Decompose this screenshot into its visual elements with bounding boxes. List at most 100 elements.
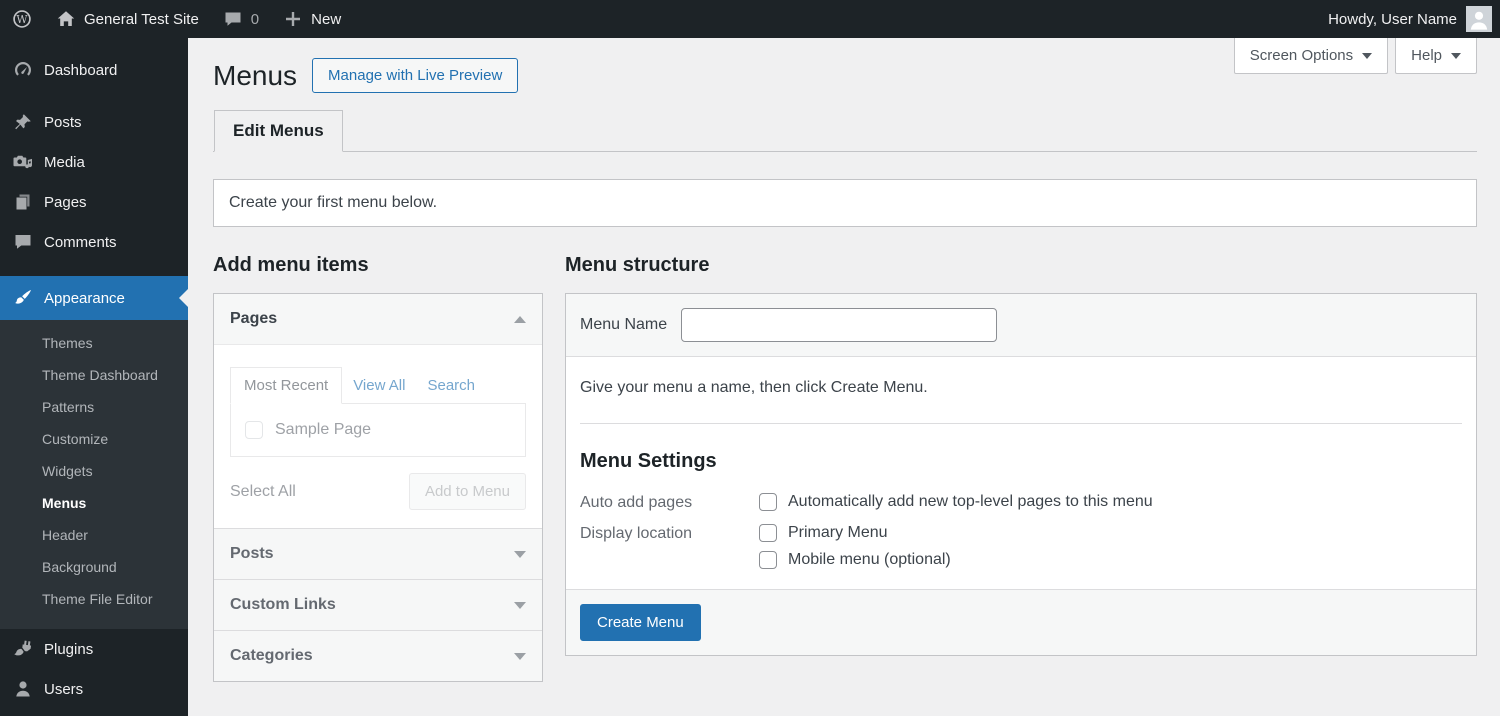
site-link[interactable]: General Test Site <box>44 0 211 38</box>
sidebar-item-media[interactable]: Media <box>0 142 188 182</box>
menu-instruction-text: Give your menu a name, then click Create… <box>580 379 928 396</box>
tab-search[interactable]: Search <box>416 368 486 403</box>
page-title: Menus <box>213 59 298 91</box>
comments-shortcut[interactable]: 0 <box>211 0 271 38</box>
paintbrush-icon <box>15 290 31 304</box>
media-camera-icon <box>13 155 32 169</box>
new-label: New <box>311 10 342 28</box>
tab-view-all[interactable]: View All <box>342 368 416 403</box>
sidebar-item-label: Dashboard <box>44 61 118 79</box>
submenu-item-patterns[interactable]: Patterns <box>0 391 188 423</box>
sidebar-item-label: Plugins <box>44 640 94 658</box>
pages-icon <box>16 194 30 210</box>
pushpin-icon <box>15 114 31 130</box>
new-content-button[interactable]: New <box>271 0 353 38</box>
accordion-section-posts[interactable]: Posts <box>214 528 542 579</box>
primary-menu-checkbox[interactable] <box>759 524 777 542</box>
admin-sidebar: Dashboard Posts Media Pages Comments App… <box>0 38 188 716</box>
submenu-item-header[interactable]: Header <box>0 519 188 551</box>
menu-name-row: Menu Name <box>566 294 1476 357</box>
home-icon <box>57 11 75 26</box>
submenu-item-widgets[interactable]: Widgets <box>0 455 188 487</box>
display-location-label: Display location <box>580 525 693 542</box>
mobile-menu-checkbox[interactable] <box>759 551 777 569</box>
admin-bar: W General Test Site 0 New Howdy, User Na… <box>0 0 1500 38</box>
add-menu-items-heading: Add menu items <box>213 254 369 276</box>
menu-structure-heading: Menu structure <box>565 254 710 276</box>
menu-structure-card: Menu Name Give your menu a name, then cl… <box>565 293 1477 656</box>
submenu-item-theme-dashboard[interactable]: Theme Dashboard <box>0 359 188 391</box>
add-to-menu-button[interactable]: Add to Menu <box>408 473 526 510</box>
user-icon <box>16 681 30 697</box>
sidebar-item-plugins[interactable]: Plugins <box>0 629 188 669</box>
chevron-up-icon <box>514 315 526 323</box>
menu-separator <box>0 90 188 102</box>
screen-options-button[interactable]: Screen Options <box>1233 38 1389 74</box>
menu-name-label: Menu Name <box>580 316 668 333</box>
chevron-down-icon <box>1362 52 1373 59</box>
sample-page-checkbox[interactable] <box>245 421 263 439</box>
pages-panel-footer: Select All Add to Menu <box>230 473 526 510</box>
sidebar-item-dashboard[interactable]: Dashboard <box>0 50 188 90</box>
publishing-actions: Create Menu <box>566 589 1476 655</box>
auto-add-pages-checkbox[interactable] <box>759 493 777 511</box>
sidebar-item-label: Comments <box>44 233 117 251</box>
accordion-section-pages[interactable]: Pages <box>214 294 542 344</box>
auto-add-pages-option: Automatically add new top-level pages to… <box>759 493 1153 511</box>
accordion-section-label: Custom Links <box>230 596 336 613</box>
menu-structure-column: Menu structure Menu Name Give your menu … <box>565 227 1477 656</box>
menu-settings-heading: Menu Settings <box>580 450 717 472</box>
primary-menu-option-label: Primary Menu <box>788 524 888 541</box>
tab-most-recent[interactable]: Most Recent <box>230 367 343 404</box>
nav-tabs: Edit Menus <box>213 110 1477 152</box>
section-divider <box>580 423 1462 424</box>
comment-bubble-icon <box>225 12 241 26</box>
dashboard-gauge-icon <box>15 62 31 76</box>
howdy-user[interactable]: Howdy, User Name <box>1328 11 1457 28</box>
wordpress-logo-icon[interactable]: W <box>0 0 44 38</box>
user-silhouette-icon <box>1470 11 1488 30</box>
auto-add-pages-option-label: Automatically add new top-level pages to… <box>788 493 1153 510</box>
pages-panel-tabs: Most Recent View All Search <box>230 367 526 404</box>
columns: Add menu items Pages Most Recent View Al… <box>188 227 1500 682</box>
menu-name-input[interactable] <box>681 308 998 342</box>
sidebar-item-pages[interactable]: Pages <box>0 182 188 222</box>
pages-panel-body: Most Recent View All Search Sample Page … <box>214 344 542 528</box>
plus-icon <box>286 12 301 26</box>
submenu-item-menus[interactable]: Menus <box>0 487 188 519</box>
current-menu-arrow <box>179 289 188 307</box>
site-name: General Test Site <box>84 10 199 28</box>
display-location-row: Display location Primary Menu Mobile men… <box>580 524 1462 569</box>
add-menu-items-column: Add menu items Pages Most Recent View Al… <box>213 227 543 682</box>
tab-edit-menus[interactable]: Edit Menus <box>214 110 343 152</box>
first-menu-notice: Create your first menu below. <box>213 179 1477 227</box>
create-menu-button[interactable]: Create Menu <box>580 604 701 641</box>
accordion-section-label: Pages <box>230 310 278 327</box>
sidebar-item-comments[interactable]: Comments <box>0 222 188 262</box>
submenu-item-themes[interactable]: Themes <box>0 327 188 359</box>
accordion-section-custom-links[interactable]: Custom Links <box>214 579 542 630</box>
accordion-section-label: Categories <box>230 647 313 664</box>
mobile-menu-option-label: Mobile menu (optional) <box>788 551 951 568</box>
select-all-link[interactable]: Select All <box>230 483 296 501</box>
auto-add-pages-label: Auto add pages <box>580 494 693 511</box>
wordpress-logo-icon: W <box>13 10 31 28</box>
submenu-item-customize[interactable]: Customize <box>0 423 188 455</box>
sidebar-item-appearance[interactable]: Appearance <box>0 276 188 320</box>
svg-text:W: W <box>16 13 28 26</box>
menu-separator <box>0 262 188 276</box>
comment-bubble-icon <box>15 235 31 249</box>
sidebar-item-label: Pages <box>44 193 87 211</box>
sidebar-item-users[interactable]: Users <box>0 669 188 709</box>
accordion-section-categories[interactable]: Categories <box>214 630 542 681</box>
help-button[interactable]: Help <box>1395 38 1477 74</box>
screen-options-label: Screen Options <box>1249 47 1354 64</box>
avatar[interactable] <box>1466 6 1492 32</box>
auto-add-pages-row: Auto add pages Automatically add new top… <box>580 493 1462 512</box>
page-item-label: Sample Page <box>275 421 372 438</box>
submenu-item-theme-file-editor[interactable]: Theme File Editor <box>0 583 188 615</box>
submenu-item-background[interactable]: Background <box>0 551 188 583</box>
sidebar-item-posts[interactable]: Posts <box>0 102 188 142</box>
manage-with-live-preview-button[interactable]: Manage with Live Preview <box>312 58 519 93</box>
chevron-down-icon <box>514 601 526 609</box>
